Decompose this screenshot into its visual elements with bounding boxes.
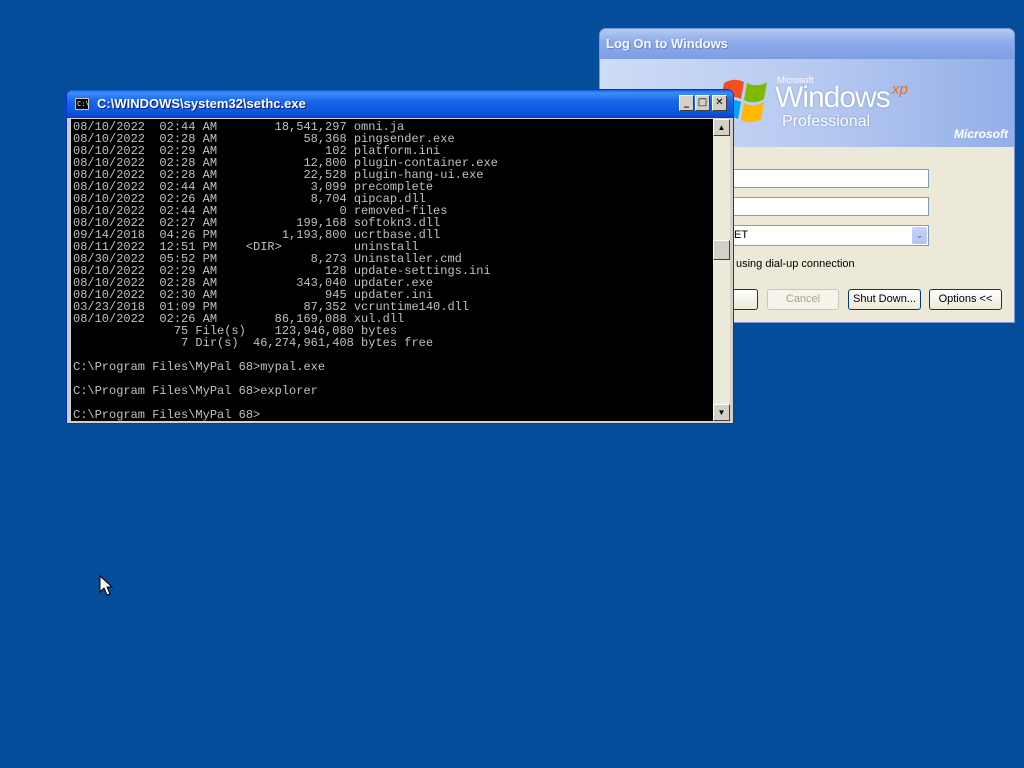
console-line: 7 Dir(s) 46,274,961,408 bytes free bbox=[73, 336, 434, 350]
windows-wordmark: Windows bbox=[775, 81, 891, 114]
xp-wordmark: xp bbox=[892, 81, 908, 98]
logon-title-bar: Log On to Windows bbox=[600, 29, 1014, 59]
domain-select[interactable]: ET ⌄ bbox=[730, 225, 929, 246]
console-lines: 08/10/2022 02:44 AM 18,541,297 omni.ja 08… bbox=[71, 119, 713, 421]
cancel-button[interactable]: Cancel bbox=[767, 289, 839, 310]
console-output[interactable]: 08/10/2022 02:44 AM 18,541,297 omni.ja 08… bbox=[71, 119, 713, 421]
logon-title: Log On to Windows bbox=[606, 36, 728, 51]
username-field[interactable] bbox=[730, 169, 929, 188]
console-line: C:\Program Files\MyPal 68>explorer bbox=[73, 384, 318, 398]
console-line: C:\Program Files\MyPal 68>mypal.exe bbox=[73, 360, 326, 374]
console-window: C:\ C:\WINDOWS\system32\sethc.exe _ □ ✕ … bbox=[66, 89, 734, 424]
scroll-thumb[interactable] bbox=[713, 240, 730, 260]
close-button[interactable]: ✕ bbox=[712, 95, 727, 111]
vertical-scrollbar[interactable]: ▲ ▼ bbox=[713, 119, 730, 421]
scroll-up-icon[interactable]: ▲ bbox=[713, 119, 730, 136]
minimize-button[interactable]: _ bbox=[679, 95, 694, 111]
console-title-bar[interactable]: C:\ C:\WINDOWS\system32\sethc.exe _ □ ✕ bbox=[67, 90, 733, 118]
scroll-down-icon[interactable]: ▼ bbox=[713, 404, 730, 421]
dialup-checkbox-label[interactable]: using dial-up connection bbox=[736, 258, 855, 270]
desktop: Log On to Windows Microsoft Windows xp P… bbox=[0, 0, 1024, 768]
password-field[interactable] bbox=[730, 197, 929, 216]
chevron-down-icon[interactable]: ⌄ bbox=[912, 227, 927, 244]
options-button[interactable]: Options << bbox=[929, 289, 1002, 310]
edition-label: Professional bbox=[782, 113, 871, 130]
console-title: C:\WINDOWS\system32\sethc.exe bbox=[97, 96, 306, 111]
domain-value: ET bbox=[734, 229, 749, 241]
mouse-pointer-icon bbox=[99, 575, 113, 596]
shutdown-button[interactable]: Shut Down... bbox=[848, 289, 921, 310]
microsoft-brand: Microsoft bbox=[954, 127, 1008, 141]
maximize-button[interactable]: □ bbox=[695, 95, 710, 111]
console-line: C:\Program Files\MyPal 68> bbox=[73, 408, 261, 421]
cmd-window-icon[interactable]: C:\ bbox=[75, 98, 90, 110]
